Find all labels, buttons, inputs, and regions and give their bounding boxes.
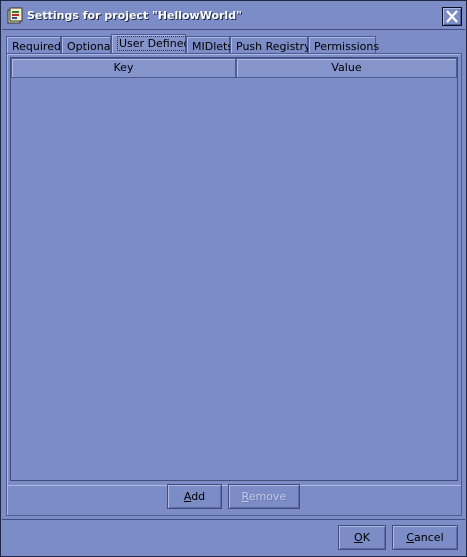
title-bar[interactable]: Settings for project "HellowWorld" <box>2 2 465 30</box>
cancel-button[interactable]: Cancel <box>392 525 458 550</box>
remove-label: emove <box>248 490 287 503</box>
ok-label: K <box>362 531 370 544</box>
tab-strip: Required Optional User Defined MIDlets P… <box>6 34 462 54</box>
separator <box>2 519 465 520</box>
tab-label: MIDlets <box>192 40 234 53</box>
tab-label: Permissions <box>314 40 380 53</box>
settings-dialog: Settings for project "HellowWorld" Requi… <box>0 0 467 557</box>
column-header-value[interactable]: Value <box>236 58 457 78</box>
ok-button[interactable]: OK <box>338 525 386 550</box>
user-defined-panel: Key Value Add Remove <box>6 53 462 516</box>
cancel-mnemonic: C <box>406 531 415 544</box>
project-settings-icon <box>7 7 23 24</box>
tab-midlets[interactable]: MIDlets <box>186 36 234 54</box>
remove-mnemonic: R <box>241 490 249 503</box>
tab-label: Push Registry <box>236 40 311 53</box>
tab-label: Required <box>12 40 61 53</box>
column-header-key[interactable]: Key <box>11 58 236 78</box>
tab-push-registry[interactable]: Push Registry <box>230 36 311 54</box>
add-button[interactable]: Add <box>167 484 222 509</box>
window-title: Settings for project "HellowWorld" <box>27 9 242 22</box>
tab-label: Optional <box>67 40 114 53</box>
cancel-label: ancel <box>414 531 444 544</box>
properties-table[interactable]: Key Value <box>10 57 458 481</box>
tab-permissions[interactable]: Permissions <box>308 36 380 54</box>
tab-label: User Defined <box>117 36 193 51</box>
add-label: dd <box>191 490 206 503</box>
ok-mnemonic: O <box>354 531 363 544</box>
tab-required[interactable]: Required <box>6 36 61 54</box>
tab-optional[interactable]: Optional <box>61 36 114 54</box>
remove-button[interactable]: Remove <box>228 484 300 509</box>
tab-user-defined[interactable]: User Defined <box>111 34 193 54</box>
close-button[interactable] <box>442 7 462 26</box>
